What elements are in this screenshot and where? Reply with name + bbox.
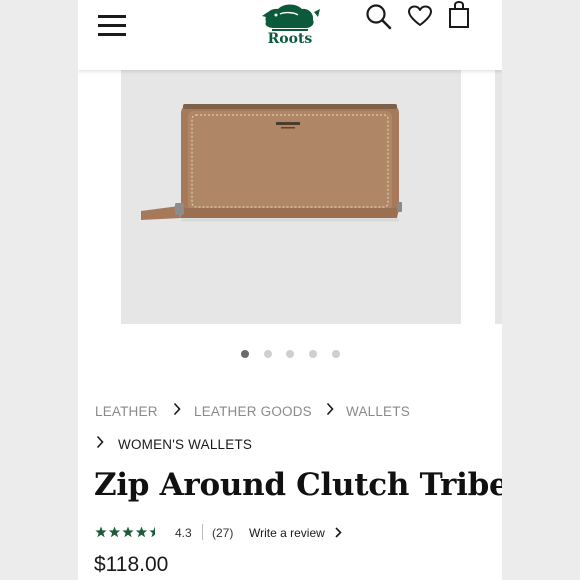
next-image-peek[interactable] (495, 70, 502, 324)
write-review-link[interactable]: Write a review (249, 526, 342, 540)
chevron-right-icon (173, 402, 181, 416)
star-icons (95, 526, 155, 538)
star-icon (149, 526, 155, 538)
chevron-right-icon (96, 435, 104, 449)
star-icon (135, 526, 148, 538)
product-title: Zip Around Clutch Tribe (94, 467, 502, 503)
star-icon (122, 526, 134, 538)
product-image[interactable] (121, 70, 461, 324)
breadcrumb-womens-wallets[interactable]: WOMEN'S WALLETS (118, 437, 252, 452)
chevron-right-icon (335, 527, 342, 538)
star-icon (108, 526, 121, 538)
site-header: Roots (78, 0, 502, 70)
beaver-icon (262, 4, 320, 31)
carousel-dot-1[interactable] (241, 350, 249, 358)
wallet-image (141, 104, 402, 222)
breadcrumb-leather[interactable]: LEATHER (95, 404, 158, 419)
star-icon (95, 526, 107, 538)
carousel-dot-2[interactable] (264, 350, 272, 358)
heart-icon[interactable] (407, 4, 433, 28)
rating-stars[interactable] (95, 525, 165, 539)
breadcrumb-wallets[interactable]: WALLETS (346, 404, 410, 419)
shopping-bag-icon[interactable] (448, 1, 470, 29)
review-count[interactable]: (27) (212, 526, 233, 540)
carousel-dots (78, 350, 502, 360)
rating-divider (202, 524, 203, 540)
menu-icon[interactable] (98, 14, 128, 36)
product-price: $118.00 (94, 553, 169, 576)
logo-text: Roots (267, 31, 313, 47)
write-review-label: Write a review (249, 526, 325, 540)
search-icon[interactable] (365, 3, 393, 31)
breadcrumb-leather-goods[interactable]: LEATHER GOODS (194, 404, 312, 419)
carousel-dot-5[interactable] (332, 350, 340, 358)
carousel-dot-3[interactable] (286, 350, 294, 358)
rating-value: 4.3 (175, 526, 192, 540)
carousel-dot-4[interactable] (309, 350, 317, 358)
chevron-right-icon (326, 402, 334, 416)
mobile-page: Roots LEATHER LEATHER GOODS WALLETS WOME… (78, 0, 502, 580)
roots-logo[interactable]: Roots (254, 0, 326, 52)
